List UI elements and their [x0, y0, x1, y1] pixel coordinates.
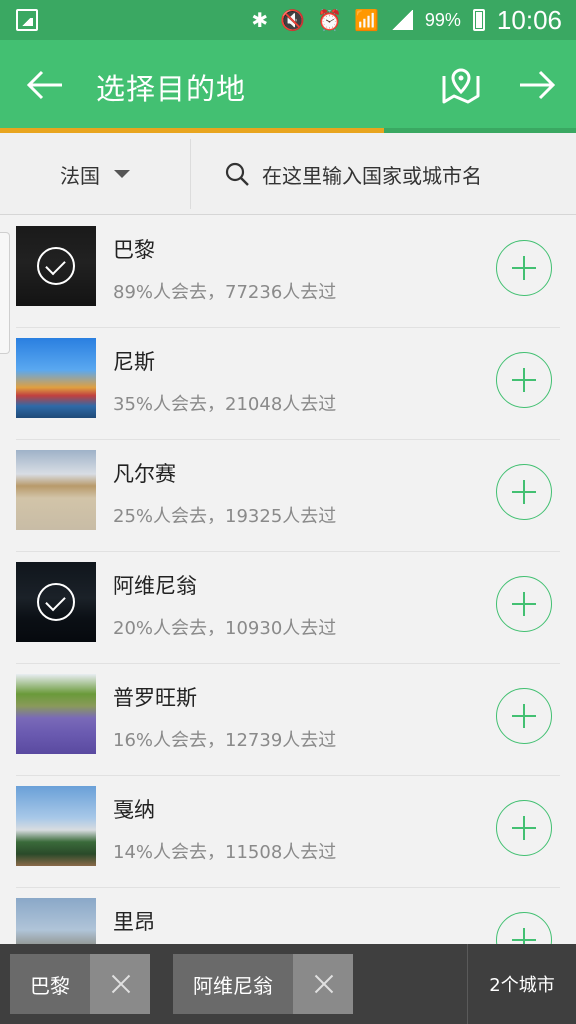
divider: [190, 139, 191, 209]
arrow-left-icon[interactable]: [22, 62, 68, 108]
add-city-button[interactable]: [496, 688, 552, 744]
arrow-right-icon[interactable]: [514, 62, 560, 108]
status-icons: ✱ 🔇 ⏰ 📶 99% 10:06: [251, 0, 562, 40]
city-thumbnail: [16, 786, 96, 866]
battery-icon: [472, 9, 485, 31]
checkmark-icon: [37, 247, 75, 285]
signal-icon: [390, 10, 413, 30]
selected-city-chip: 巴黎: [10, 954, 150, 1014]
city-stats: 89%人会去，77236人去过: [113, 282, 337, 303]
search-input[interactable]: 在这里输入国家或城市名: [224, 133, 482, 215]
selected-count[interactable]: 2个城市: [468, 944, 576, 1024]
city-thumbnail: [16, 338, 96, 418]
app-bar: 选择目的地: [0, 40, 576, 130]
city-name: 巴黎: [113, 238, 155, 262]
chip-label: 巴黎: [10, 954, 90, 1014]
city-thumbnail: [16, 450, 96, 530]
city-stats: 14%人会去，11508人去过: [113, 842, 337, 863]
city-name: 戛纳: [113, 798, 155, 822]
city-thumbnail: [16, 898, 96, 944]
bluetooth-icon: ✱: [251, 8, 269, 32]
country-label: 法国: [60, 163, 100, 188]
country-selector[interactable]: 法国: [0, 133, 190, 215]
map-pin-icon[interactable]: [438, 62, 484, 108]
city-name: 普罗旺斯: [113, 686, 197, 710]
battery-percent: 99%: [424, 9, 461, 30]
search-icon: [225, 162, 249, 186]
city-stats: 35%人会去，21048人去过: [113, 394, 337, 415]
add-city-button[interactable]: [496, 576, 552, 632]
add-city-button[interactable]: [496, 800, 552, 856]
city-stats: 20%人会去，10930人去过: [113, 618, 337, 639]
add-city-button[interactable]: [496, 352, 552, 408]
checkmark-icon: [37, 583, 75, 621]
add-city-button[interactable]: [496, 240, 552, 296]
side-drawer-handle[interactable]: [0, 232, 10, 354]
city-thumbnail: [16, 674, 96, 754]
wifi-icon: 📶: [353, 8, 379, 32]
list-item[interactable]: 尼斯 35%人会去，21048人去过: [0, 328, 576, 440]
city-name: 阿维尼翁: [113, 574, 197, 598]
add-city-button[interactable]: [496, 464, 552, 520]
city-name: 尼斯: [113, 350, 155, 374]
gallery-icon: [16, 9, 38, 31]
close-icon[interactable]: [293, 954, 353, 1014]
city-name: 里昂: [113, 910, 155, 934]
status-bar: ✱ 🔇 ⏰ 📶 99% 10:06: [0, 0, 576, 40]
filter-bar: 法国 在这里输入国家或城市名: [0, 133, 576, 215]
mute-icon: 🔇: [280, 8, 306, 32]
selected-cities-bar: 巴黎 阿维尼翁 2个城市: [0, 944, 576, 1024]
chip-label: 阿维尼翁: [173, 954, 293, 1014]
list-item[interactable]: 巴黎 89%人会去，77236人去过: [0, 216, 576, 328]
selected-city-chip: 阿维尼翁: [173, 954, 353, 1014]
city-thumbnail: [16, 226, 96, 306]
city-list: 巴黎 89%人会去，77236人去过 尼斯 35%人会去，21048人去过 凡尔…: [0, 216, 576, 944]
close-icon[interactable]: [90, 954, 150, 1014]
city-stats: 25%人会去，19325人去过: [113, 506, 337, 527]
list-item[interactable]: 里昂: [0, 888, 576, 944]
list-item[interactable]: 普罗旺斯 16%人会去，12739人去过: [0, 664, 576, 776]
city-name: 凡尔赛: [113, 462, 176, 486]
clock: 10:06: [496, 4, 562, 35]
city-thumbnail: [16, 562, 96, 642]
page-title: 选择目的地: [96, 72, 247, 106]
list-item[interactable]: 戛纳 14%人会去，11508人去过: [0, 776, 576, 888]
add-city-button[interactable]: [496, 912, 552, 944]
list-item[interactable]: 凡尔赛 25%人会去，19325人去过: [0, 440, 576, 552]
list-item[interactable]: 阿维尼翁 20%人会去，10930人去过: [0, 552, 576, 664]
city-stats: 16%人会去，12739人去过: [113, 730, 337, 751]
alarm-icon: ⏰: [317, 8, 342, 32]
search-placeholder: 在这里输入国家或城市名: [262, 163, 482, 188]
chevron-down-icon: [114, 170, 130, 178]
